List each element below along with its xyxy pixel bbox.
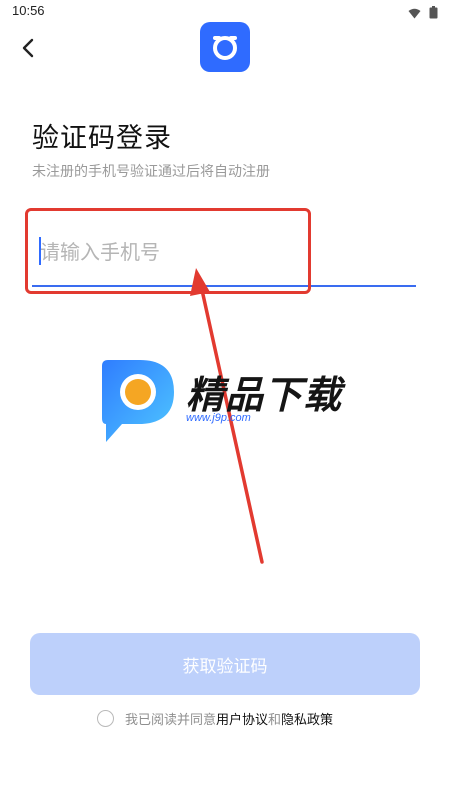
highlight-box	[25, 208, 311, 294]
agreement-row: 我已阅读并同意 用户协议 和 隐私政策	[97, 709, 333, 728]
battery-icon	[429, 4, 438, 23]
app-logo-icon	[213, 36, 237, 60]
page-title: 验证码登录	[32, 123, 172, 154]
wifi-icon	[408, 4, 421, 23]
watermark-url: www.j9p.com	[186, 412, 251, 424]
status-icons	[408, 4, 438, 23]
agree-checkbox[interactable]	[97, 710, 114, 727]
status-bar: 10:56	[0, 0, 450, 22]
watermark-name: 精品下载	[186, 373, 343, 417]
watermark: 精品下载 www.j9p.com	[98, 358, 358, 448]
chevron-left-icon	[22, 38, 34, 58]
app-logo	[200, 22, 250, 72]
privacy-policy-link[interactable]: 隐私政策	[281, 709, 333, 728]
agreement-and: 和	[268, 713, 282, 728]
get-code-button[interactable]: 获取验证码	[30, 633, 420, 695]
back-button[interactable]	[14, 34, 42, 62]
user-agreement-link[interactable]: 用户协议	[216, 709, 268, 728]
login-screen: 10:56 验证码登录 未注册的手机号验证通过后将自动注册 请输入手机号 精品下…	[0, 0, 450, 800]
agreement-prefix: 我已阅读并同意	[125, 713, 217, 728]
status-time: 10:56	[12, 3, 45, 18]
watermark-logo	[102, 360, 174, 442]
page-subtitle: 未注册的手机号验证通过后将自动注册	[32, 164, 270, 180]
